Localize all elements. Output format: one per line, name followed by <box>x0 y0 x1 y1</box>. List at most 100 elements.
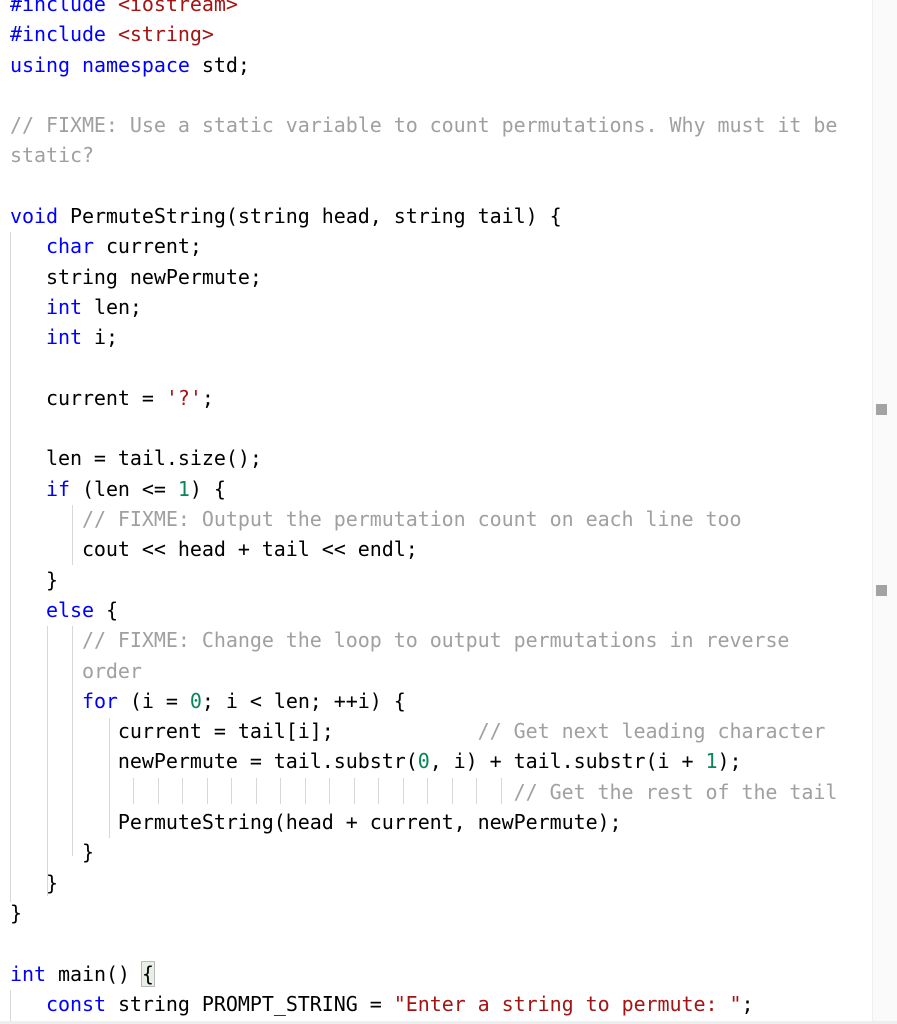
comment-token: static? <box>10 143 94 168</box>
code-line[interactable]: char current; <box>10 231 837 261</box>
code-token: std; <box>189 52 250 77</box>
comment-token: order <box>81 658 142 683</box>
indent-guide <box>47 626 48 896</box>
code-token: current; <box>93 234 202 259</box>
code-line[interactable]: static? <box>10 140 837 170</box>
keyword-token: const <box>45 991 106 1016</box>
code-line[interactable]: cout << head + tail << endl; <box>10 534 837 564</box>
overview-marker[interactable] <box>876 585 887 596</box>
indent-guide <box>72 626 73 856</box>
keyword-token: for <box>81 688 118 713</box>
indent-guide <box>206 778 208 804</box>
indent-guide <box>427 778 428 804</box>
code-line[interactable]: // FIXME: Change the loop to output perm… <box>10 625 837 655</box>
code-line[interactable]: const string PROMPT_STRING = "Enter a st… <box>10 989 837 1019</box>
code-line[interactable]: int i; <box>10 322 837 352</box>
code-line[interactable]: // Get the rest of the tail <box>10 777 838 807</box>
code-line[interactable]: current = '?'; <box>10 383 837 413</box>
code-line[interactable]: } <box>10 868 837 898</box>
code-editor[interactable]: #include <iostream> #include <string> usin… <box>0 0 872 1021</box>
code-line[interactable]: // FIXME: Output the permutation count o… <box>10 504 837 534</box>
overview-marker[interactable] <box>876 404 887 415</box>
indent-guide <box>353 778 355 804</box>
code-token: , i) + tail.substr(i + <box>429 749 706 774</box>
keyword-token: using <box>10 52 70 77</box>
code-token: PermuteString(string head, string tail) … <box>57 204 562 229</box>
number-token: 0 <box>417 749 430 774</box>
code-line[interactable]: for (i = 0; i < len; ++i) { <box>10 686 837 716</box>
code-line[interactable]: } <box>10 898 837 928</box>
indent-guide <box>378 778 379 804</box>
code-token: len; <box>81 294 142 319</box>
code-line[interactable]: current = tail[i]; // Get next leading c… <box>10 716 837 746</box>
indent-guide <box>133 778 134 804</box>
code-token: } <box>10 567 58 592</box>
code-line[interactable]: } <box>10 837 837 867</box>
keyword-token: char <box>45 234 94 259</box>
code-token: } <box>10 840 94 865</box>
code-token: ; i < len; ++i) { <box>201 688 406 713</box>
code-line[interactable]: using namespace std; <box>10 50 837 80</box>
code-line[interactable]: ​ <box>10 413 837 443</box>
indent-guide <box>451 778 453 804</box>
overview-ruler[interactable] <box>872 0 897 1021</box>
comment-token: // FIXME: Change the loop to output perm… <box>81 628 790 653</box>
indent-guide <box>72 505 73 565</box>
code-line[interactable]: PermuteString(head + current, newPermute… <box>10 807 837 837</box>
code-token: } <box>10 870 58 895</box>
indent-guide <box>402 778 404 804</box>
string-token: <iostream> <box>117 0 238 16</box>
code-line[interactable]: int len; <box>10 292 837 322</box>
code-line[interactable]: len = tail.size(); <box>10 443 837 473</box>
code-line[interactable]: } <box>10 565 837 595</box>
code-line[interactable]: string newPermute; <box>10 262 837 292</box>
comment-token: // FIXME: Use a static variable to count… <box>10 113 838 138</box>
string-token: "Enter a string to permute: " <box>393 991 742 1016</box>
code-line[interactable]: else { <box>10 595 837 625</box>
code-token: PermuteString(head + current, newPermute… <box>10 810 622 835</box>
code-token: ); <box>717 749 742 774</box>
code-token: i; <box>81 325 118 350</box>
matched-bracket: { <box>140 960 155 987</box>
code-text-area[interactable]: #include <iostream> #include <string> usin… <box>10 0 837 1019</box>
keyword-token: void <box>10 204 58 229</box>
string-token: <string> <box>117 22 214 47</box>
code-line[interactable]: ​ <box>10 80 837 110</box>
comment-token: // Get next leading character <box>477 719 826 744</box>
string-token: '?' <box>165 385 202 410</box>
code-token: string PROMPT_STRING = <box>105 991 394 1016</box>
indent-guide <box>182 778 183 804</box>
keyword-token: int <box>45 325 82 350</box>
code-line[interactable]: order <box>10 656 837 686</box>
keyword-token: namespace <box>81 52 190 77</box>
keyword-token: #include <box>10 0 106 16</box>
keyword-token: int <box>10 961 46 986</box>
indent-guide <box>255 778 257 804</box>
indent-guide <box>500 778 502 804</box>
code-token: ) { <box>189 476 226 501</box>
indent-guide <box>329 778 330 804</box>
code-line[interactable]: newPermute = tail.substr(0, i) + tail.su… <box>10 746 837 776</box>
code-token: (i = <box>117 688 190 713</box>
code-token: { <box>93 597 118 622</box>
code-line[interactable]: #include <iostream> <box>10 0 837 19</box>
code-token: main() <box>45 961 142 986</box>
comment-token: // Get the rest of the tail <box>513 779 838 804</box>
code-line[interactable]: // FIXME: Use a static variable to count… <box>10 110 837 140</box>
indent-guide <box>10 990 11 1021</box>
code-line[interactable]: void PermuteString(string head, string t… <box>10 201 837 231</box>
keyword-token: int <box>45 294 82 319</box>
code-line[interactable]: if (len <= 1) { <box>10 474 837 504</box>
code-line[interactable]: ​ <box>10 353 837 383</box>
code-line[interactable]: int main() { <box>10 959 837 989</box>
code-line[interactable]: ​ <box>10 171 837 201</box>
code-line[interactable]: ​ <box>10 928 837 958</box>
code-line[interactable]: #include <string> <box>10 19 837 49</box>
